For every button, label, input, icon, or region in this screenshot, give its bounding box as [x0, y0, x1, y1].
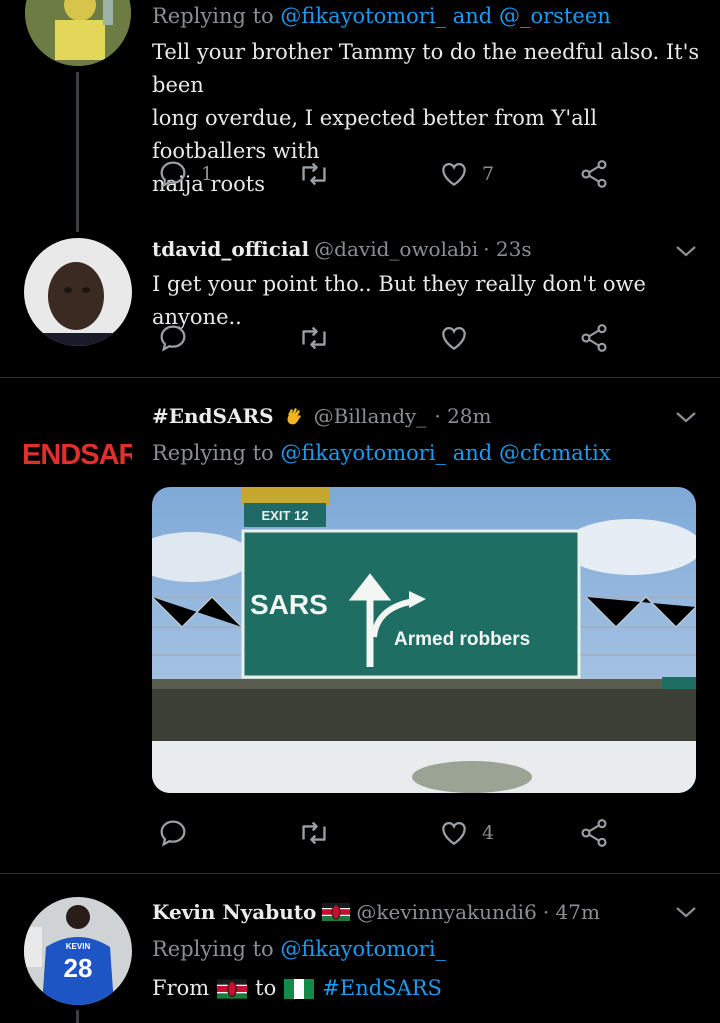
- share-icon: [581, 160, 607, 188]
- tweet-text-word: From: [152, 976, 210, 1000]
- display-name[interactable]: tdavid_official: [152, 237, 309, 261]
- retweet-icon: [302, 821, 326, 845]
- tweet-text: From to #EndSARS: [152, 972, 442, 1005]
- mention-link[interactable]: @_orsteen: [499, 4, 611, 28]
- tweet-header: Kevin Nyabuto @kevinnyakundi6 · 47m: [152, 896, 600, 928]
- user-handle[interactable]: @Billandy_: [314, 400, 427, 432]
- replying-to: Replying to @fikayotomori_ and @_orsteen: [152, 0, 611, 33]
- chevron-down-icon[interactable]: [674, 243, 698, 259]
- like-count: 4: [482, 822, 495, 844]
- avatar-logo-text: ENDSAR: [22, 439, 132, 471]
- tweet-text: I get your point tho.. But they really d…: [152, 272, 646, 329]
- tweet-image[interactable]: EXIT 12 SARS Armed robbers: [152, 487, 696, 793]
- hashtag-link[interactable]: #EndSARS: [322, 972, 442, 1005]
- divider: [0, 377, 720, 378]
- tweet-header: tdavid_official @david_owolabi · 23s: [152, 234, 532, 266]
- kenya-flag-icon: [322, 903, 351, 921]
- like-count: 7: [482, 163, 495, 185]
- user-handle[interactable]: @david_owolabi: [314, 237, 478, 261]
- clap-icon: [287, 408, 301, 425]
- like-icon: [442, 821, 466, 846]
- tweet-text-line: Tell your brother Tammy to do the needfu…: [152, 40, 700, 97]
- reply-button[interactable]: [157, 817, 189, 849]
- retweet-icon: [302, 326, 326, 350]
- and-label: and: [452, 4, 493, 28]
- reply-count: 1: [201, 163, 214, 185]
- avatar-image: KEVIN 28: [24, 897, 132, 1005]
- reply-icon: [160, 820, 186, 847]
- retweet-button[interactable]: [297, 158, 331, 190]
- tweet-text-word: to: [255, 976, 277, 1000]
- kenya-flag-icon: [217, 978, 248, 999]
- mention-link[interactable]: @fikayotomori_: [280, 4, 446, 28]
- sign-text-left: SARS: [250, 589, 328, 620]
- timestamp[interactable]: · 23s: [483, 237, 531, 261]
- tweet-header: #EndSARS @Billandy_ · 28m: [152, 400, 492, 432]
- avatar[interactable]: KEVIN 28: [24, 897, 132, 1005]
- avatar[interactable]: [25, 0, 131, 66]
- retweet-button[interactable]: [297, 817, 331, 849]
- like-button[interactable]: 4: [438, 817, 494, 849]
- like-button[interactable]: [438, 322, 470, 354]
- like-button[interactable]: 7: [438, 158, 494, 190]
- share-icon: [581, 324, 607, 352]
- share-icon: [581, 819, 607, 847]
- mention-link[interactable]: @cfcmatix: [499, 441, 611, 465]
- and-label: and: [452, 441, 493, 465]
- chevron-down-icon[interactable]: [674, 904, 698, 920]
- replying-to: Replying to @fikayotomori_ and @cfcmatix: [152, 437, 611, 470]
- like-icon: [442, 162, 466, 187]
- exit-label: EXIT 12: [262, 508, 309, 523]
- mention-link[interactable]: @fikayotomori_: [280, 937, 446, 961]
- avatar-image: [24, 238, 132, 346]
- avatar[interactable]: ENDSAR: [0, 430, 132, 480]
- like-icon: [442, 326, 466, 351]
- thread-line: [76, 1010, 79, 1023]
- user-handle[interactable]: @kevinnyakundi6: [356, 896, 536, 928]
- road-sign-image: EXIT 12 SARS Armed robbers: [152, 487, 696, 793]
- reply-button[interactable]: 1: [157, 158, 213, 190]
- display-name[interactable]: #EndSARS: [152, 400, 274, 432]
- chevron-down-icon[interactable]: [674, 409, 698, 425]
- share-button[interactable]: [578, 817, 610, 849]
- jersey-name: KEVIN: [66, 942, 91, 951]
- tweet-text-line: naija roots: [152, 172, 266, 196]
- thread-line: [76, 72, 79, 232]
- timestamp[interactable]: · 47m: [543, 896, 600, 928]
- divider: [0, 873, 720, 874]
- share-button[interactable]: [578, 158, 610, 190]
- sign-text-right: Armed robbers: [394, 629, 530, 650]
- nigeria-flag-icon: [284, 978, 315, 999]
- replying-label: Replying to: [152, 441, 274, 465]
- timestamp[interactable]: · 28m: [434, 400, 491, 432]
- replying-label: Replying to: [152, 937, 274, 961]
- tweet-text: Tell your brother Tammy to do the needfu…: [152, 36, 712, 201]
- display-name[interactable]: Kevin Nyabuto: [152, 896, 316, 928]
- reply-button[interactable]: [157, 322, 189, 354]
- replying-to: Replying to @fikayotomori_: [152, 933, 446, 966]
- avatar[interactable]: [24, 238, 132, 346]
- retweet-icon: [302, 162, 326, 186]
- mention-link[interactable]: @fikayotomori_: [280, 441, 446, 465]
- reply-icon: [160, 325, 186, 352]
- replying-label: Replying to: [152, 4, 274, 28]
- jersey-number: 28: [64, 953, 93, 983]
- reply-icon: [160, 161, 186, 188]
- retweet-button[interactable]: [297, 322, 331, 354]
- avatar-image: [25, 0, 131, 66]
- tweet-text-line: long overdue, I expected better from Y'a…: [152, 106, 598, 163]
- share-button[interactable]: [578, 322, 610, 354]
